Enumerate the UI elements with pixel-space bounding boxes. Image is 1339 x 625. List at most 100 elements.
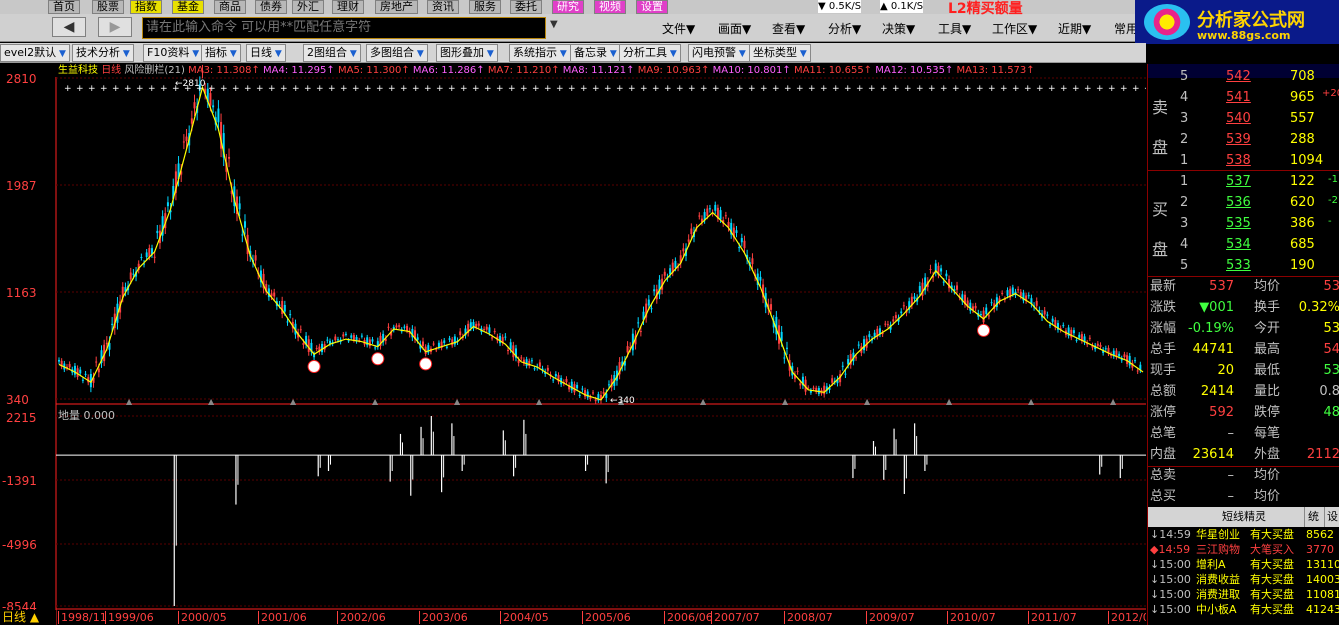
news-kind: 有大买盘 [1250,558,1294,571]
stat-label: 涨停 [1150,405,1177,420]
top-marker: + [640,84,648,94]
menu-6[interactable]: 工作区▼ [992,20,1037,37]
chevron-down-icon: ▼ [414,49,424,59]
candle-body [387,326,390,328]
candle-body [979,314,982,316]
buy-volume: 122 [1290,174,1315,189]
candle-body [942,281,945,283]
command-input[interactable]: 请在此输入命令 可以用**匹配任意字符 [142,17,546,39]
news-tab-stats[interactable]: 统 [1304,507,1322,527]
top-menu-14[interactable]: 设置 [636,0,668,14]
top-menu-5[interactable]: 债券 [255,0,287,14]
top-marker: + [940,84,948,94]
tab-label: 坐标类型 [753,46,797,59]
menu-3[interactable]: 分析▼ [828,20,861,37]
menu-0[interactable]: 文件▼ [662,20,695,37]
ma-value-2: MA5: 11.300↑ [337,65,413,76]
stat-label: 今开 [1254,321,1281,336]
news-row[interactable]: ↓15:00 中小板A 有大买盘 41243 [1148,602,1339,617]
triangle-marker-icon: ▲ [1110,397,1117,406]
bottom-tab-daily[interactable]: 日线 ▲ [0,610,56,625]
candle-body [483,329,486,331]
tab-1[interactable]: 技术分析 ▼ [72,44,134,62]
top-marker: + [556,84,564,94]
top-menu-3[interactable]: 基金 [172,0,204,14]
smiley-marker-icon [419,357,433,371]
top-menu-6[interactable]: 外汇 [292,0,324,14]
top-menu-11[interactable]: 委托 [510,0,542,14]
top-marker: + [784,84,792,94]
tab-11[interactable]: 闪电预警 ▼ [688,44,750,62]
news-tab-settings[interactable]: 设 [1324,507,1339,527]
candle-body [770,304,773,310]
top-menu-0[interactable]: 首页 [48,0,80,14]
candle-body [84,373,87,375]
ma-value-4: MA7: 11.210↑ [487,65,563,76]
menu-4[interactable]: 决策▼ [882,20,915,37]
sell-level-2: 2 539 288 [1148,129,1339,150]
ma-value-7: MA10: 10.801↑ [712,65,794,76]
tab-10[interactable]: 分析工具 ▼ [619,44,681,62]
tab-9[interactable]: 备忘录 ▼ [570,44,621,62]
news-kind: 有大买盘 [1250,603,1294,616]
tab-5[interactable]: 2图组合 ▼ [303,44,361,62]
menu-1[interactable]: 画面▼ [718,20,751,37]
stat-label: 均价 [1254,468,1281,483]
tab-2[interactable]: F10资料 ▼ [143,44,204,62]
tab-4[interactable]: 日线 ▼ [246,44,286,62]
news-row[interactable]: ◆14:59 三江购物 大笔买入 3770 [1148,542,1339,557]
back-arrow-icon[interactable]: ◀ [52,17,86,37]
top-menu-12[interactable]: 研究 [552,0,584,14]
top-menu-4[interactable]: 商品 [214,0,246,14]
menu-7[interactable]: 近期▼ [1058,20,1091,37]
stat-value: 20 [1217,363,1234,378]
candle-body [493,331,496,333]
news-row[interactable]: ↓15:00 增利A 有大买盘 13110 [1148,557,1339,572]
top-marker: + [664,84,672,94]
top-marker: + [76,84,84,94]
news-title[interactable]: 短线精灵 [1222,510,1266,523]
candle-body [565,378,568,383]
kline-chart-panel[interactable]: + + + + + + + + + + + + + + + + + + + + + + + + + + + + + + + + + + + + + + + +… [0,64,1146,625]
candle-body [918,286,921,293]
top-marker: + [916,84,924,94]
menu-5[interactable]: 工具▼ [938,20,971,37]
top-menu-8[interactable]: 房地产 [375,0,418,14]
sell-level-5: 5 542 708 [1148,66,1339,87]
stat-row: 总买 – 均价 [1148,486,1339,507]
chevron-down-icon[interactable]: ▼ [550,19,558,30]
tab-3[interactable]: 指标 ▼ [201,44,241,62]
top-menu-10[interactable]: 服务 [469,0,501,14]
candle-body [1070,329,1073,338]
top-menu-9[interactable]: 资讯 [427,0,459,14]
top-menu-13[interactable]: 视频 [594,0,626,14]
menu-2[interactable]: 查看▼ [772,20,805,37]
tab-7[interactable]: 图形叠加 ▼ [436,44,498,62]
top-marker: + [1144,84,1146,94]
top-menu-7[interactable]: 理财 [332,0,364,14]
news-row[interactable]: ↓15:00 消费收益 有大买盘 14003 [1148,572,1339,587]
tab-0[interactable]: evel2默认 ▼ [0,44,70,62]
x-tick: 2006/06 [664,611,713,624]
news-row[interactable]: ↓15:00 消费进取 有大买盘 11081 [1148,587,1339,602]
x-tick: 2004/05 [500,611,549,624]
x-tick: 2001/06 [258,611,307,624]
tab-label: 日线 [250,46,272,59]
news-stock: 华星创业 [1196,528,1240,541]
stat-value: 2112 [1306,447,1339,462]
tab-6[interactable]: 多图组合 ▼ [366,44,428,62]
tab-12[interactable]: 坐标类型 ▼ [749,44,811,62]
tab-8[interactable]: 系统指示 ▼ [509,44,571,62]
news-row[interactable]: ↓14:59 华星创业 有大买盘 8562 [1148,527,1339,542]
news-time: ↓14:59 [1150,528,1191,541]
candle-body [1049,324,1052,326]
top-menu-1[interactable]: 股票 [92,0,124,14]
top-marker: + [988,84,996,94]
candle-body [512,345,515,358]
candle-body [145,252,148,258]
forward-arrow-icon[interactable]: ▶ [98,17,132,37]
top-marker: + [700,84,708,94]
top-marker: + [268,84,276,94]
top-menu-2[interactable]: 指数 [130,0,162,14]
ma-value-3: MA6: 11.286↑ [412,65,488,76]
